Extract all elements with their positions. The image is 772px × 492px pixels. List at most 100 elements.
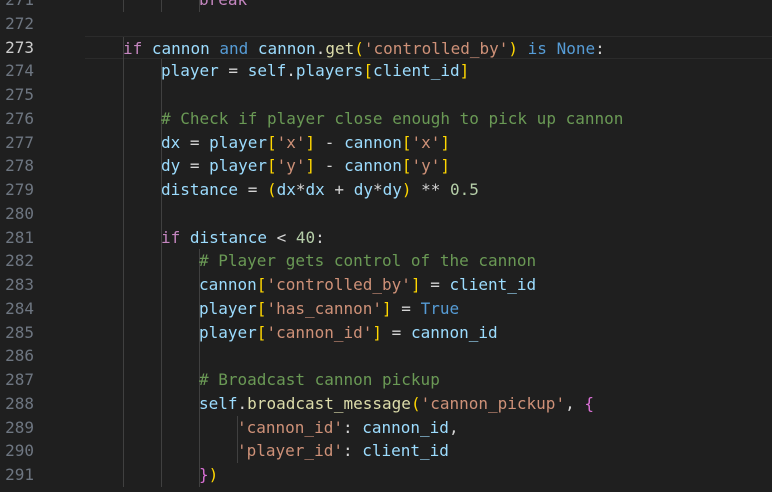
code-token: . xyxy=(286,61,296,81)
code-line[interactable]: break xyxy=(85,0,772,12)
code-token: - xyxy=(315,156,345,176)
code-line[interactable]: cannon['controlled_by'] = client_id xyxy=(85,273,772,297)
code-token: < xyxy=(266,227,296,247)
code-token: distance xyxy=(189,227,267,247)
code-token: = xyxy=(420,275,450,294)
code-line[interactable]: 'player_id': client_id xyxy=(85,439,772,463)
code-token: * xyxy=(372,180,383,199)
line-number: 290 xyxy=(5,441,34,461)
line-number: 275 xyxy=(5,85,34,104)
code-line[interactable] xyxy=(85,487,772,492)
code-token: [ xyxy=(363,61,373,81)
code-token: = xyxy=(218,61,248,81)
indent-guide xyxy=(199,344,200,368)
code-line[interactable]: if cannon and cannon.get('controlled_by'… xyxy=(85,35,772,61)
indent-guide xyxy=(161,296,162,321)
code-line[interactable]: if distance < 40: xyxy=(85,225,772,250)
code-token: 0.5 xyxy=(450,180,479,199)
code-token: break xyxy=(199,0,247,9)
indent-guide xyxy=(123,201,124,226)
code-text: distance = (dx*dx + dy*dy) ** 0.5 xyxy=(161,178,479,202)
indent-guide xyxy=(161,201,162,226)
indent-guide xyxy=(161,391,162,416)
code-token: ( xyxy=(354,38,364,58)
indent-guide xyxy=(123,391,124,416)
code-line[interactable]: }) xyxy=(85,463,772,487)
code-token: } xyxy=(199,465,209,484)
code-text: break xyxy=(199,0,247,12)
code-token: broadcast_message xyxy=(247,393,411,413)
line-number: 273 xyxy=(5,37,34,57)
code-token: client_id xyxy=(449,275,537,294)
code-line[interactable] xyxy=(85,83,772,107)
code-token: dy xyxy=(161,156,181,176)
code-line[interactable]: player = self.players[client_id] xyxy=(85,59,772,83)
line-number: 286 xyxy=(5,346,34,366)
code-editor[interactable]: 271272 273 274 275 276 277 278 279 280 281 282 283 2… xyxy=(0,0,772,492)
code-token: { xyxy=(584,393,594,413)
code-text: # Player gets control of the cannon xyxy=(199,249,536,273)
code-text: dy = player['y'] - cannon['y'] xyxy=(161,154,450,178)
code-text: # Check if player close enough to pick u… xyxy=(161,107,623,131)
line-number: 281 xyxy=(5,227,34,247)
code-token: dy xyxy=(382,180,402,199)
code-token: player xyxy=(199,298,257,318)
code-token: = xyxy=(238,180,267,199)
code-token: ] xyxy=(372,322,383,342)
code-token: client_id xyxy=(372,61,460,81)
indent-guide xyxy=(161,463,162,487)
code-token: [ xyxy=(256,298,267,318)
code-token: player xyxy=(161,61,219,81)
code-line[interactable] xyxy=(85,12,772,36)
code-text: cannon['controlled_by'] = client_id xyxy=(199,273,536,297)
code-token: and xyxy=(219,38,249,58)
code-token: = xyxy=(180,132,210,152)
indent-guide xyxy=(123,59,124,83)
indent-guide xyxy=(123,130,124,155)
indent-guide xyxy=(161,249,162,273)
code-line[interactable]: # Player gets control of the cannon xyxy=(85,249,772,273)
code-token: cannon_id xyxy=(362,417,449,437)
code-line[interactable]: # Broadcast cannon pickup xyxy=(85,368,772,392)
code-token: if xyxy=(161,227,181,247)
code-token: cannon xyxy=(257,38,316,58)
code-line[interactable] xyxy=(85,201,772,226)
line-number: 274 xyxy=(5,61,34,81)
code-area[interactable]: breakif cannon and cannon.get('controlle… xyxy=(85,0,772,492)
code-line[interactable]: # Check if player close enough to pick u… xyxy=(85,106,772,131)
code-token: player xyxy=(209,156,267,176)
indent-guide xyxy=(161,368,162,392)
code-line[interactable]: 'cannon_id': cannon_id, xyxy=(85,415,772,440)
code-line[interactable]: player['has_cannon'] = True xyxy=(85,296,772,321)
line-number: 277 xyxy=(5,132,34,152)
code-line[interactable]: dx = player['x'] - cannon['x'] xyxy=(85,130,772,155)
indent-guide xyxy=(123,344,124,368)
indent-guide xyxy=(161,83,162,107)
code-token: 'controlled_by' xyxy=(363,38,509,58)
code-token: cannon_id xyxy=(410,322,498,342)
code-token: self xyxy=(199,393,238,413)
code-token: cannon xyxy=(344,132,402,152)
code-token: get xyxy=(325,38,355,58)
line-number: 271 xyxy=(5,0,34,12)
code-text: player['cannon_id'] = cannon_id xyxy=(199,321,498,345)
code-line[interactable]: distance = (dx*dx + dy*dy) ** 0.5 xyxy=(85,178,772,202)
line-number: 292 xyxy=(5,487,34,492)
code-line[interactable] xyxy=(85,344,772,368)
code-token: [ xyxy=(256,322,267,342)
indent-guide xyxy=(123,225,124,250)
code-token: dx xyxy=(161,132,181,152)
code-token: ) xyxy=(208,465,219,484)
code-line[interactable]: dy = player['y'] - cannon['y'] xyxy=(85,154,772,178)
code-token: True xyxy=(420,298,460,318)
code-line[interactable]: self.broadcast_message('cannon_pickup', … xyxy=(85,391,772,416)
code-line[interactable]: player['cannon_id'] = cannon_id xyxy=(85,320,772,345)
code-token: ( xyxy=(266,180,277,199)
code-token: player xyxy=(199,322,257,342)
code-token: [ xyxy=(401,132,412,152)
code-token: ) xyxy=(508,38,519,58)
